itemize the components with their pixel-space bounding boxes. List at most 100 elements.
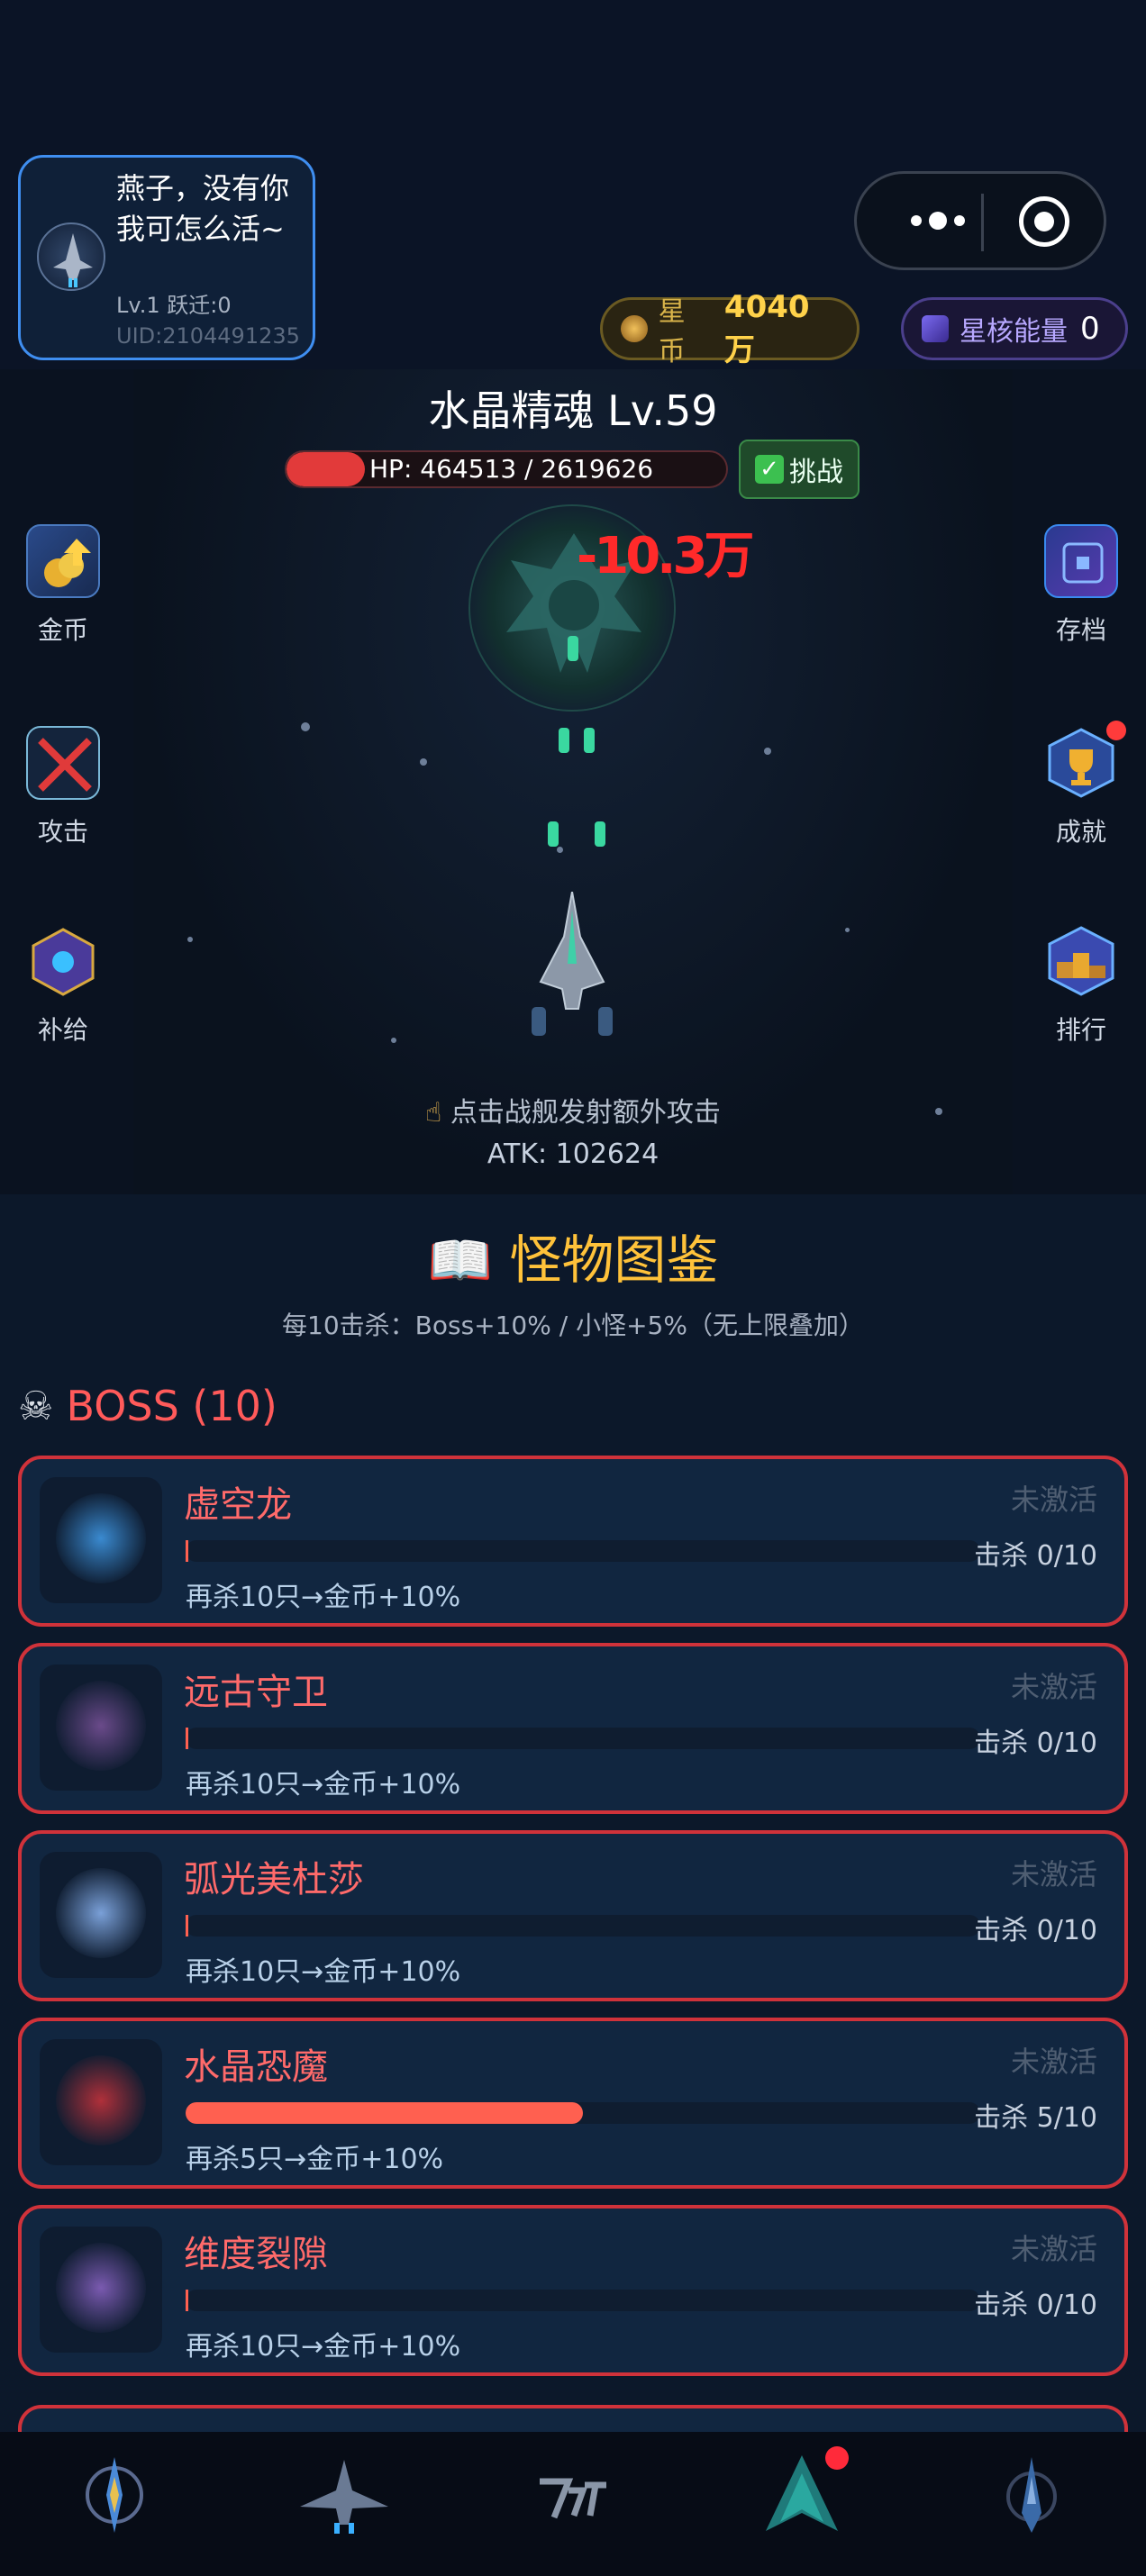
nav-fighter[interactable] [290, 2441, 398, 2549]
kill-progress-bar [186, 1915, 980, 1937]
laser-bullet [568, 636, 578, 661]
space-background [133, 369, 1013, 1194]
kill-progress-fill [186, 1540, 188, 1562]
blue-ship-icon [1005, 2457, 1057, 2533]
bottom-navigation [0, 2432, 1146, 2576]
star-coin-balance[interactable]: 星币 4040万 [600, 289, 860, 368]
boss-activation-state: 未激活 [1010, 2232, 1097, 2266]
gold-coins-icon [26, 524, 100, 598]
boss-card[interactable]: 水晶恐魔 未激活击杀 5/10 再杀5只→金币+10% [18, 2018, 1128, 2189]
boss-section-title: BOSS (10) [66, 1382, 277, 1430]
attack-button[interactable]: 攻击 [9, 726, 117, 848]
dot-icon [911, 215, 922, 226]
warship-icon [532, 891, 613, 1036]
ranking-label: 排行 [1055, 1015, 1106, 1045]
miniapp-capsule [854, 171, 1106, 270]
ranking-button[interactable]: 排行 [1027, 924, 1135, 1047]
star-decoration [301, 722, 310, 731]
monster-book-subtitle: 每10击杀：Boss+10% / 小怪+5%（无上限叠加） [282, 1311, 864, 1340]
fighter-ship-icon [299, 2460, 388, 2534]
core-label: 星核能量 [960, 316, 1068, 348]
achievements-label: 成就 [1055, 817, 1106, 847]
challenge-label: 挑战 [789, 457, 843, 488]
achievements-button[interactable]: 成就 [1027, 721, 1135, 848]
core-energy-icon [922, 315, 949, 342]
boss-bonus-hint: 再杀10只→金币+10% [186, 1769, 461, 1800]
boss-kill-count: 击杀 0/10 [974, 1915, 1097, 1946]
boss-activation-state: 未激活 [1010, 1857, 1097, 1891]
supply-crate-icon [26, 924, 100, 998]
podium-icon [1044, 924, 1118, 998]
boss-card[interactable]: 虚空龙 未激活 击杀 0/10 再杀10只→金币+10% [18, 1456, 1128, 1627]
boss-bonus-hint: 再杀10只→金币+10% [186, 1582, 461, 1613]
more-options-button[interactable] [893, 194, 983, 248]
gold-coins-button[interactable]: 金币 [9, 524, 117, 647]
boss-portrait [40, 2039, 162, 2165]
open-book-icon: 📖 [427, 1229, 493, 1291]
save-disk-icon [1044, 524, 1118, 598]
boss-name: 水晶恐魔 [184, 2046, 328, 2088]
boss-portrait [40, 1852, 162, 1978]
dot-icon [954, 215, 965, 226]
save-button[interactable]: 存档 [1027, 524, 1135, 647]
skull-crossbones-icon: ☠ [18, 1383, 54, 1429]
laser-bullet [584, 728, 595, 753]
boss-name: 远古守卫 [184, 1672, 328, 1713]
boss-activation-state: 未激活 [1010, 1483, 1097, 1517]
boss-portrait-icon [56, 1868, 146, 1958]
damage-number: -10.3万 [577, 527, 754, 585]
boss-portrait [40, 2227, 162, 2353]
logo-glyph-icon [539, 2478, 606, 2519]
crossed-swords-icon [26, 726, 100, 800]
player-warship[interactable] [532, 891, 613, 1036]
boss-card[interactable]: 弧光美杜莎 未激活 击杀 0/10 再杀10只→金币+10% [18, 1830, 1128, 2001]
supply-button[interactable]: 补给 [9, 924, 117, 1047]
trophy-icon [1044, 726, 1118, 800]
boss-kill-count: 击杀 0/10 [974, 1540, 1097, 1572]
boss-portrait [40, 1477, 162, 1603]
tap-hint-text: 点击战舰发射额外攻击 [450, 1097, 721, 1129]
boss-activation-state: 未激活 [1010, 2045, 1097, 2079]
nav-blue-ship[interactable] [978, 2441, 1086, 2549]
boss-activation-state: 未激活 [1010, 1670, 1097, 1704]
star-decoration [187, 937, 193, 942]
boss-portrait-icon [56, 2055, 146, 2145]
attack-value: ATK: 102624 [487, 1138, 659, 1170]
ship-avatar-icon [53, 233, 93, 287]
battle-area: 水晶精魂 Lv.59 HP: 464513 / 2619626 ✓ 挑战 -10… [0, 369, 1146, 1194]
boss-portrait-icon [56, 2243, 146, 2333]
boss-name: 维度裂隙 [184, 2234, 328, 2275]
boss-kill-count: 击杀 0/10 [974, 2290, 1097, 2321]
boss-kill-count: 击杀 5/10 [974, 2102, 1097, 2134]
boss-card[interactable]: 维度裂隙 未激活 击杀 0/10 再杀10只→金币+10% [18, 2205, 1128, 2376]
close-miniapp-button[interactable] [1019, 196, 1069, 247]
monster-book-title-text: 怪物图鉴 [509, 1229, 719, 1291]
boss-bonus-hint: 再杀10只→金币+10% [186, 1956, 461, 1988]
kill-progress-fill [186, 2102, 583, 2124]
coin-icon [621, 315, 648, 342]
kill-progress-bar [186, 2102, 980, 2124]
nav-logo[interactable] [519, 2441, 627, 2549]
kill-progress-fill [186, 1728, 188, 1749]
kill-progress-bar [186, 1728, 980, 1749]
nav-emblem[interactable] [60, 2441, 168, 2549]
kill-progress-bar [186, 2290, 980, 2311]
hp-fill [286, 452, 365, 486]
laser-bullet [548, 821, 559, 847]
monster-title: 水晶精魂 Lv.59 [428, 386, 718, 435]
star-decoration [764, 748, 771, 755]
emblem-icon [86, 2457, 144, 2533]
star-core-energy[interactable]: 星核能量 0 [901, 297, 1128, 360]
challenge-button[interactable]: ✓ 挑战 [739, 440, 860, 499]
laser-bullet [595, 821, 605, 847]
kill-progress-fill [186, 2290, 188, 2311]
boss-card[interactable]: 远古守卫 未激活 击杀 0/10 再杀10只→金币+10% [18, 1643, 1128, 1814]
dot-icon [929, 212, 947, 230]
coin-value: 4040万 [723, 288, 810, 368]
capsule-divider [981, 194, 984, 251]
profile-card[interactable]: 燕子，没有你我可怎么活~ Lv.1 跃迁:0 UID:2104491235 [18, 155, 315, 360]
boss-bonus-hint: 再杀5只→金币+10% [186, 2144, 444, 2175]
save-label: 存档 [1055, 615, 1106, 645]
star-decoration [391, 1038, 396, 1043]
nav-teal-ship[interactable] [748, 2441, 856, 2549]
